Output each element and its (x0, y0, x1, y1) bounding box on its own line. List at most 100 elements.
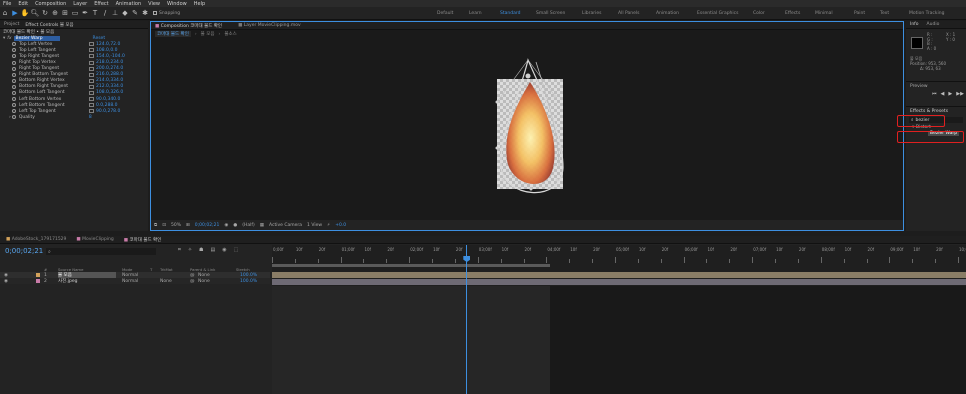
crosshair-icon[interactable] (89, 97, 94, 102)
prev-frame-icon[interactable]: ◀ (941, 91, 945, 97)
color-channel-icon[interactable]: ● (233, 223, 237, 228)
workspace-8[interactable]: Color (753, 11, 765, 16)
layer-name[interactable]: 사진.jpeg (58, 278, 116, 284)
layer-stretch[interactable]: 100.0% (240, 279, 257, 284)
workspace-2[interactable]: Standard (500, 11, 520, 16)
layer-parent-dropdown[interactable]: None (198, 279, 210, 284)
vertex-handle[interactable] (501, 178, 505, 182)
workspace-9[interactable]: Effects (785, 11, 800, 16)
visibility-icon[interactable]: ◉ (4, 279, 8, 284)
snapshot-icon[interactable]: ◉ (224, 223, 228, 228)
crosshair-icon[interactable] (89, 84, 94, 89)
menu-item-2[interactable]: Composition (35, 1, 66, 7)
stopwatch-icon[interactable] (12, 109, 16, 114)
frame-blending-icon[interactable]: ▤ (211, 247, 216, 253)
preview-icon[interactable]: ⧉ (154, 222, 157, 228)
property-value[interactable]: 216.0,288.0 (96, 72, 123, 77)
stopwatch-icon[interactable] (12, 84, 16, 89)
timeline-column-header[interactable]: # (44, 267, 47, 272)
property-value[interactable]: 214.0,334.0 (96, 78, 123, 83)
composition-tab[interactable]: ■ Composition 코마대 불드 확인 (155, 23, 222, 29)
home-icon[interactable]: ⌂ (0, 8, 10, 18)
property-value[interactable]: 200.0,274.0 (96, 66, 123, 71)
camera-tool-icon[interactable]: ⊕ (50, 8, 60, 18)
crosshair-icon[interactable] (89, 48, 94, 53)
snapping-checkbox[interactable] (152, 8, 157, 18)
timeline-search-field[interactable]: ⌕ (46, 248, 156, 255)
bezier-warp-overlay[interactable] (151, 38, 903, 221)
property-value[interactable]: 0.0,288.0 (96, 103, 117, 108)
menu-item-8[interactable]: Help (194, 1, 205, 7)
expand-arrow-icon[interactable]: ▾ (3, 36, 5, 41)
visibility-icon[interactable]: ◉ (4, 273, 8, 278)
effect-property-row[interactable]: › Quality 8 (0, 114, 148, 120)
menu-item-5[interactable]: Animation (116, 1, 142, 7)
menu-item-4[interactable]: Effect (94, 1, 108, 7)
breadcrumb-comp-1[interactable]: 코마대 불드 확인 (155, 31, 191, 37)
workspace-1[interactable]: Learn (469, 11, 482, 16)
stopwatch-icon[interactable] (12, 90, 16, 95)
timeline-tab-1[interactable]: ■ MovieClipping (76, 237, 113, 242)
selection-tool-icon[interactable]: ▶ (10, 8, 20, 18)
shy-layers-icon[interactable]: ☗ (199, 247, 203, 253)
timeline-column-header[interactable]: Parent & Link (190, 267, 215, 272)
vertex-handle[interactable] (529, 187, 533, 191)
views-dropdown[interactable]: 1 View (307, 223, 322, 228)
work-area-bar[interactable] (272, 264, 550, 267)
crosshair-icon[interactable] (89, 90, 94, 95)
breadcrumb-comp-3[interactable]: 불소스 (224, 31, 236, 37)
crosshair-icon[interactable] (89, 66, 94, 71)
workspace-10[interactable]: Minimal (815, 11, 833, 16)
vertex-handle[interactable] (555, 178, 559, 182)
reset-link[interactable]: Reset (93, 36, 106, 41)
pen-tool-icon[interactable]: ✒ (80, 8, 90, 18)
stopwatch-icon[interactable] (12, 103, 16, 108)
transparency-grid-icon[interactable]: ▦ (260, 223, 264, 228)
graph-editor-icon[interactable]: ⬚ (234, 247, 239, 253)
stopwatch-icon[interactable] (11, 115, 16, 120)
composition-viewer[interactable] (151, 38, 903, 221)
parent-pickwhip-icon[interactable]: @ (190, 279, 195, 284)
menu-item-6[interactable]: View (148, 1, 160, 7)
vertex-handle[interactable] (495, 100, 499, 104)
zoom-dropdown[interactable]: 50% (171, 223, 181, 228)
draft-3d-icon[interactable]: ✧ (188, 247, 192, 253)
parent-pickwhip-icon[interactable]: @ (190, 273, 195, 278)
timeline-timecode[interactable]: 0;00;02;21 (5, 247, 43, 255)
workspace-6[interactable]: Animation (656, 11, 679, 16)
safe-zone-icon[interactable]: ⊞ (186, 223, 190, 228)
stopwatch-icon[interactable] (12, 54, 16, 59)
stopwatch-icon[interactable] (12, 97, 16, 102)
property-value[interactable]: 218.0,234.0 (96, 60, 123, 65)
vertex-handle[interactable] (553, 94, 557, 98)
stopwatch-icon[interactable] (12, 48, 16, 53)
vertex-handle[interactable] (495, 146, 499, 150)
crosshair-icon[interactable] (89, 54, 94, 59)
rotate-tool-icon[interactable]: ↻ (40, 8, 50, 18)
tab-preview[interactable]: Preview (906, 82, 966, 91)
hand-tool-icon[interactable]: ✋ (20, 8, 30, 18)
tab-audio[interactable]: Audio (927, 22, 940, 27)
breadcrumb-comp-2[interactable]: 불 모음 (201, 31, 215, 37)
grid-icon[interactable]: ⊡ (162, 223, 166, 228)
layer-parent-dropdown[interactable]: None (198, 273, 210, 278)
clone-tool-icon[interactable]: ⊥ (110, 8, 120, 18)
motion-blur-icon[interactable]: ◉ (222, 247, 226, 253)
property-value[interactable]: 8 (89, 115, 92, 120)
playhead[interactable] (463, 245, 471, 394)
stopwatch-icon[interactable] (12, 42, 16, 47)
first-frame-icon[interactable]: ⏮ (932, 91, 937, 97)
comp-mini-flowchart-icon[interactable]: ⌗ (178, 247, 181, 253)
vertex-handle-top[interactable] (525, 73, 531, 79)
crosshair-icon[interactable] (89, 72, 94, 77)
menu-item-3[interactable]: Layer (73, 1, 87, 7)
roto-tool-icon[interactable]: ✎ (130, 8, 140, 18)
rectangle-tool-icon[interactable]: ▭ (70, 8, 80, 18)
workspace-11[interactable]: Paint (854, 11, 865, 16)
tab-project[interactable]: Project (4, 22, 19, 27)
eraser-tool-icon[interactable]: ◆ (120, 8, 130, 18)
workspace-0[interactable]: Default (437, 11, 453, 16)
property-value[interactable]: 108.0,326.0 (96, 90, 123, 95)
timeline-column-header[interactable]: T (150, 267, 152, 272)
crosshair-icon[interactable] (89, 60, 94, 65)
